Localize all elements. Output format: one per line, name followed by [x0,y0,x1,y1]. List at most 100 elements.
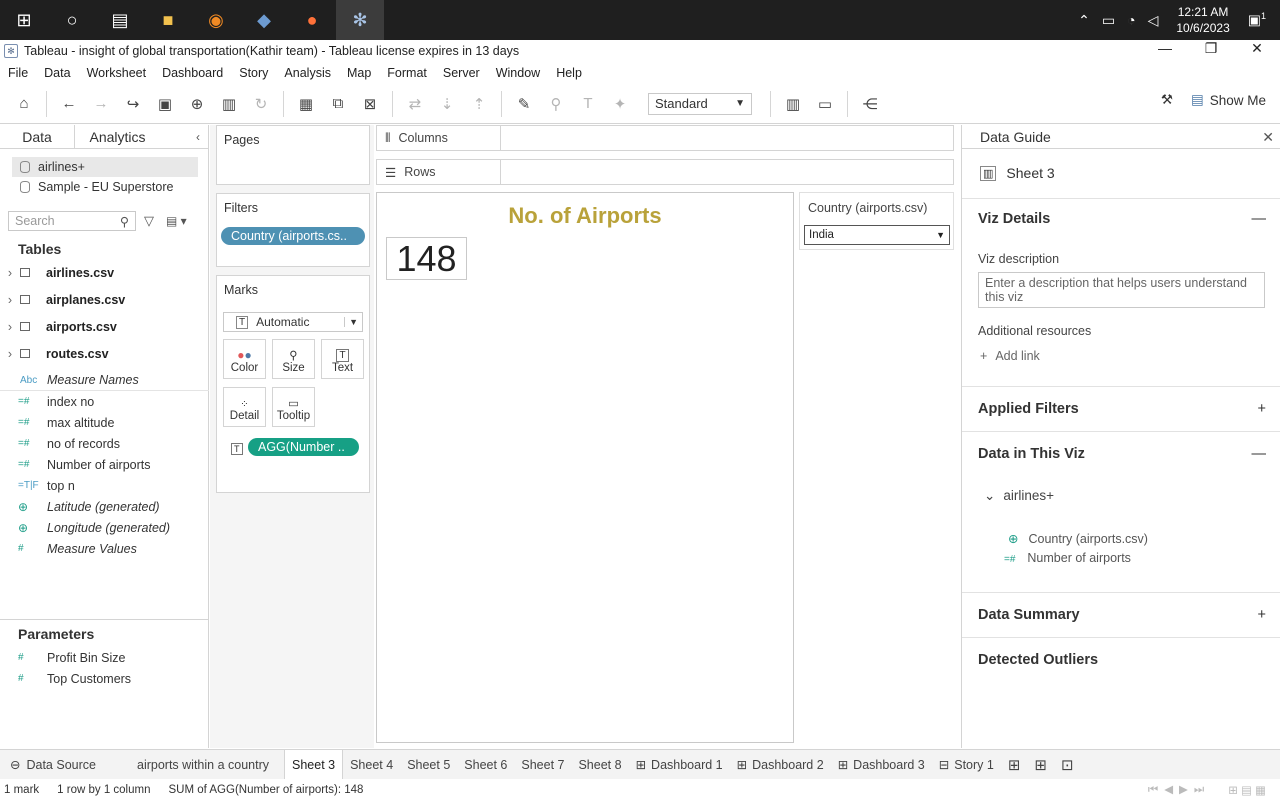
table-item[interactable]: › airports.csv [0,313,209,340]
menu-window[interactable]: Window [488,66,548,80]
menu-help[interactable]: Help [548,66,590,80]
clear-sheet-icon[interactable]: ⊠ [358,92,382,116]
file-explorer-icon[interactable]: ■ [144,0,192,40]
field-item[interactable]: =# index no [0,391,209,412]
table-item[interactable]: › airlines.csv [0,259,209,286]
battery-icon[interactable]: ▭ [1096,12,1121,29]
search-input[interactable]: Search ⚲ [8,211,136,231]
save-icon[interactable]: ▣ [153,92,177,116]
menu-data[interactable]: Data [36,66,78,80]
worksheet-view[interactable]: No. of Airports 148 [376,192,794,743]
expand-icon[interactable]: + [1258,607,1266,623]
refresh-icon[interactable]: ↻ [249,92,273,116]
rows-shelf[interactable]: ☰ Rows [376,159,954,185]
datasource-item[interactable]: Sample - EU Superstore [12,177,198,197]
group-icon[interactable]: ⚲ [544,92,568,116]
sort-descending-icon[interactable]: ⇡ [467,92,491,116]
tab-sheet[interactable]: airports within a country [130,750,284,780]
tab-view-icon[interactable]: ⊞ ▤ ▦ [1228,783,1266,797]
highlight-icon[interactable]: ✎ [512,92,536,116]
chevron-right-icon[interactable]: › [0,293,20,307]
collapse-icon[interactable]: — [1252,211,1267,227]
search-icon[interactable]: ○ [48,0,96,40]
field-item[interactable]: ⊕ Latitude (generated) [0,496,209,517]
tab-sheet[interactable]: Sheet 6 [457,750,514,780]
menu-format[interactable]: Format [379,66,435,80]
new-dashboard-icon[interactable]: ⊞ [1027,750,1054,780]
data-summary-section[interactable]: Data Summary + [978,607,1266,623]
pause-updates-icon[interactable]: ▥ [217,92,241,116]
share-icon[interactable]: ⋲ [858,92,882,116]
tab-dashboard[interactable]: ⊞ Dashboard 3 [831,750,932,780]
viz-field-item[interactable]: ⊕ Country (airports.csv) [1008,531,1148,546]
menu-dashboard[interactable]: Dashboard [154,66,231,80]
menu-server[interactable]: Server [435,66,488,80]
data-in-viz-section[interactable]: Data in This Viz — [978,446,1266,462]
view-options-icon[interactable]: ▤ ▾ [166,214,187,228]
tab-sheet[interactable]: Sheet 5 [400,750,457,780]
tableau-taskbar-icon[interactable]: ✻ [336,0,384,40]
show-cards-icon[interactable]: ▥ [781,92,805,116]
replay-icon[interactable]: ↪ [121,92,145,116]
minimize-icon[interactable]: — [1142,40,1188,57]
parameter-item[interactable]: # Top Customers [0,668,209,689]
datasource-tree-item[interactable]: ⌄ airlines+ [984,488,1054,504]
duplicate-icon[interactable]: ⧉ [326,92,350,116]
close-icon[interactable]: ✕ [1262,129,1274,146]
new-worksheet-icon[interactable]: ▦ [294,92,318,116]
field-item[interactable]: =# no of records [0,433,209,454]
wifi-icon[interactable]: ◔ [1121,12,1141,28]
show-me-button[interactable]: ⚒ ▤ Show Me [1161,92,1266,108]
field-item[interactable]: # Measure Values [0,538,209,559]
home-icon[interactable]: ⌂ [12,92,36,116]
datasource-item[interactable]: airlines+ [12,157,198,177]
sort-ascending-icon[interactable]: ⇣ [435,92,459,116]
chevron-down-icon[interactable]: ⌄ [984,488,995,503]
country-filter-select[interactable]: India ▼ [804,225,950,245]
tab-story[interactable]: ⊟ Story 1 [932,750,1001,780]
tab-sheet[interactable]: Sheet 8 [571,750,628,780]
labels-icon[interactable]: T [576,92,600,116]
new-datasource-icon[interactable]: ⊕ [185,92,209,116]
measure-pill[interactable]: AGG(Number .. [248,438,359,456]
pin-icon[interactable]: ✦ [608,92,632,116]
close-icon[interactable]: ✕ [1234,40,1280,57]
undo-icon[interactable]: ← [57,92,81,116]
viz-title[interactable]: No. of Airports [377,203,793,229]
viz-field-item[interactable]: =# Number of airports [1004,551,1131,565]
chevron-right-icon[interactable]: › [0,347,20,361]
blender-icon[interactable]: ◉ [192,0,240,40]
clock[interactable]: 12:21 AM 10/6/2023 [1164,4,1241,36]
menu-story[interactable]: Story [231,66,276,80]
tooltip-button[interactable]: ▭ Tooltip [272,387,315,427]
new-worksheet-icon[interactable]: ⊞ [1001,750,1028,780]
windows-start-icon[interactable]: ⊞ [0,0,48,40]
applied-filters-section[interactable]: Applied Filters + [978,401,1266,417]
tab-sheet[interactable]: Sheet 4 [343,750,400,780]
tab-data-source[interactable]: ⊖ Data Source [0,750,130,780]
field-item[interactable]: =# Number of airports [0,454,209,475]
field-item[interactable]: Abc Measure Names [0,370,209,391]
tab-nav-controls[interactable]: ⏮◀▶⏭ [1148,782,1210,797]
field-item[interactable]: =T|F top n [0,475,209,496]
viz-details-section[interactable]: Viz Details — [978,211,1266,227]
collapse-pane-icon[interactable]: ‹ [196,125,208,148]
parameter-item[interactable]: # Profit Bin Size [0,647,209,668]
volume-icon[interactable]: ◁ [1142,12,1165,29]
detected-outliers-section[interactable]: Detected Outliers [978,652,1266,668]
firefox-icon[interactable]: ● [288,0,336,40]
chevron-right-icon[interactable]: › [0,320,20,334]
columns-shelf[interactable]: ⦀ Columns [376,125,954,151]
tab-sheet[interactable]: Sheet 7 [514,750,571,780]
viz-description-input[interactable]: Enter a description that helps users und… [978,272,1265,308]
notification-icon[interactable]: ▣1 [1242,11,1280,29]
tab-dashboard[interactable]: ⊞ Dashboard 1 [629,750,730,780]
text-button[interactable]: T Text [321,339,364,379]
chevron-right-icon[interactable]: › [0,266,20,280]
filter-pill[interactable]: Country (airports.cs.. [221,227,365,245]
menu-file[interactable]: File [0,66,36,80]
menu-analysis[interactable]: Analysis [276,66,339,80]
collapse-icon[interactable]: — [1252,446,1267,462]
tab-data[interactable]: Data [0,125,75,148]
filter-icon[interactable]: ▽ [144,213,154,229]
